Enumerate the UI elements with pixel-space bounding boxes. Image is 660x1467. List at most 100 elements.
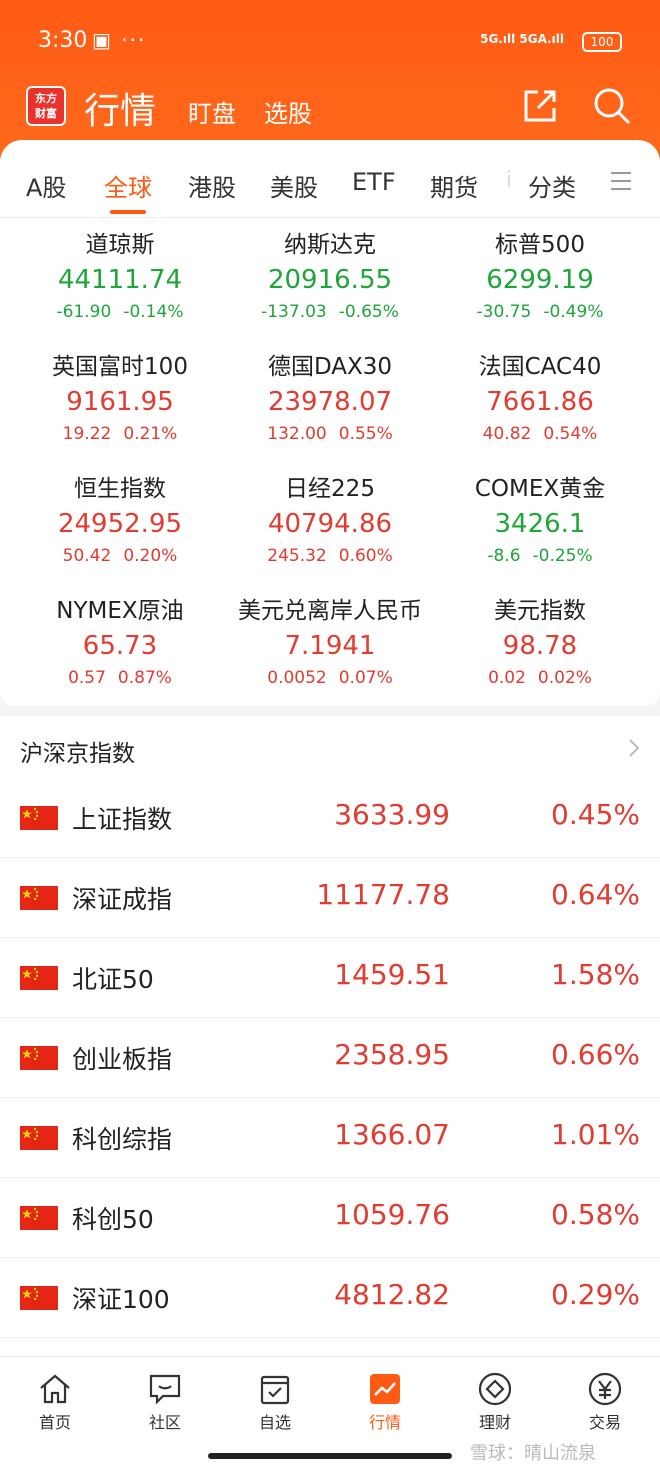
bottom-tab-label: 行情 bbox=[368, 1413, 401, 1432]
index-percent: 0.45% bbox=[551, 798, 640, 831]
global-index-cell[interactable]: 美元兑离岸人民币 7.1941 0.0052 0.07% bbox=[220, 594, 440, 714]
index-price: 7.1941 bbox=[284, 631, 376, 661]
bottom-tab-watchlist[interactable]: 自选 bbox=[235, 1371, 315, 1433]
index-change: -61.90 -0.14% bbox=[56, 302, 184, 322]
index-name: 美元兑离岸人民币 bbox=[238, 598, 422, 624]
global-index-cell[interactable]: 日经225 40794.86 245.32 0.60% bbox=[220, 472, 440, 592]
index-price: 98.78 bbox=[502, 631, 578, 661]
battery-icon: 100 bbox=[582, 32, 622, 52]
share-icon[interactable] bbox=[522, 88, 558, 124]
index-name: 深证100 bbox=[72, 1285, 170, 1314]
index-price: 1366.07 bbox=[334, 1118, 450, 1151]
index-percent: 0.66% bbox=[551, 1038, 640, 1071]
index-price: 1459.51 bbox=[334, 958, 450, 991]
tab-global[interactable]: 全球 bbox=[104, 168, 152, 203]
nav-tab-screener[interactable]: 选股 bbox=[264, 94, 312, 129]
index-change: 0.02 0.02% bbox=[488, 668, 592, 688]
global-index-cell[interactable]: COMEX黄金 3426.1 -8.6 -0.25% bbox=[430, 472, 650, 592]
tab-etf[interactable]: ETF bbox=[352, 168, 396, 196]
global-index-cell[interactable]: 德国DAX30 23978.07 132.00 0.55% bbox=[220, 350, 440, 470]
bottom-tab-label: 社区 bbox=[148, 1413, 181, 1432]
tab-futures[interactable]: 期货 bbox=[430, 168, 478, 203]
index-price: 11177.78 bbox=[316, 878, 450, 911]
index-price: 2358.95 bbox=[334, 1038, 450, 1071]
index-name: 上证指数 bbox=[72, 805, 173, 834]
bottom-tab-trade[interactable]: 交易 bbox=[565, 1371, 645, 1433]
table-row[interactable]: 科创综指 1366.07 1.01% bbox=[0, 1098, 660, 1178]
table-row[interactable]: 深证100 4812.82 0.29% bbox=[0, 1258, 660, 1338]
index-change: 0.57 0.87% bbox=[68, 668, 172, 688]
china-flag-icon bbox=[20, 1046, 58, 1070]
network-signal-icon: 5G.ıll 5GA.ıll bbox=[480, 32, 564, 46]
section-title: 沪深京指数 bbox=[20, 741, 135, 767]
index-price: 1059.76 bbox=[334, 1198, 450, 1231]
bottom-tab-label: 自选 bbox=[258, 1413, 291, 1432]
global-market-card: A股 全球 港股 美股 ETF 期货 i 分类 道琼斯 44111.74 -61… bbox=[0, 140, 660, 706]
tab-category[interactable]: 分类 bbox=[528, 168, 576, 203]
home-indicator[interactable] bbox=[208, 1453, 452, 1459]
index-price: 20916.55 bbox=[267, 265, 393, 295]
index-change: -137.03 -0.65% bbox=[261, 302, 399, 322]
table-row[interactable]: 上证指数 3633.99 0.45% bbox=[0, 778, 660, 858]
tab-us[interactable]: 美股 bbox=[270, 168, 318, 203]
index-name: 日经225 bbox=[285, 476, 375, 502]
global-index-cell[interactable]: 标普500 6299.19 -30.75 -0.49% bbox=[430, 228, 650, 348]
global-index-cell[interactable]: 法国CAC40 7661.86 40.82 0.54% bbox=[430, 350, 650, 470]
index-price: 40794.86 bbox=[267, 509, 393, 539]
table-row[interactable]: 创业板指 2358.95 0.66% bbox=[0, 1018, 660, 1098]
index-price: 3633.99 bbox=[334, 798, 450, 831]
index-name: 恒生指数 bbox=[74, 476, 166, 502]
index-price: 9161.95 bbox=[66, 387, 174, 417]
index-name: 深证成指 bbox=[72, 885, 173, 914]
index-change: 132.00 0.55% bbox=[267, 424, 393, 444]
watermark: 雪球：晴山流泉 bbox=[470, 1443, 596, 1464]
index-name: NYMEX原油 bbox=[56, 598, 184, 624]
index-name: 德国DAX30 bbox=[267, 354, 393, 380]
bottom-tab-community[interactable]: 社区 bbox=[125, 1371, 205, 1433]
search-icon[interactable] bbox=[592, 86, 632, 126]
china-flag-icon bbox=[20, 1206, 58, 1230]
table-row[interactable]: 科创50 1059.76 0.58% bbox=[0, 1178, 660, 1258]
status-bar: 3:30 ▣ ··· 5G.ıll 5GA.ıll 100 bbox=[0, 28, 660, 58]
page-title: 行情 bbox=[84, 91, 157, 132]
bottom-tab-wealth[interactable]: 理财 bbox=[455, 1371, 535, 1433]
index-name: 创业板指 bbox=[72, 1045, 173, 1074]
global-index-cell[interactable]: 英国富时100 9161.95 19.22 0.21% bbox=[10, 350, 230, 470]
index-price: 65.73 bbox=[82, 631, 158, 661]
section-header[interactable]: 沪深京指数 bbox=[0, 716, 660, 778]
market-tabs: A股 全球 港股 美股 ETF 期货 i 分类 bbox=[0, 140, 660, 218]
chart-icon bbox=[370, 1374, 400, 1404]
table-row[interactable]: 深证成指 11177.78 0.64% bbox=[0, 858, 660, 938]
status-time: 3:30 bbox=[38, 28, 88, 53]
bottom-tab-home[interactable]: 首页 bbox=[15, 1371, 95, 1433]
global-index-cell[interactable]: 道琼斯 44111.74 -61.90 -0.14% bbox=[10, 228, 230, 348]
menu-icon[interactable] bbox=[610, 170, 632, 192]
index-name: 纳斯达克 bbox=[284, 232, 376, 258]
app-logo: 东方 财富 bbox=[26, 86, 66, 126]
bottom-tab-bar: 首页 社区 自选 行情 理财 交易 雪球：晴山流泉 bbox=[0, 1356, 660, 1467]
index-price: 23978.07 bbox=[267, 387, 393, 417]
index-change: 40.82 0.54% bbox=[482, 424, 598, 444]
bottom-tab-market[interactable]: 行情 bbox=[345, 1371, 425, 1433]
global-index-cell[interactable]: NYMEX原油 65.73 0.57 0.87% bbox=[10, 594, 230, 714]
index-name: 科创综指 bbox=[72, 1125, 173, 1154]
yen-icon bbox=[588, 1372, 622, 1406]
global-index-cell[interactable]: 美元指数 98.78 0.02 0.02% bbox=[430, 594, 650, 714]
index-price: 4812.82 bbox=[334, 1278, 450, 1311]
nav-tab-watch[interactable]: 盯盘 bbox=[188, 94, 236, 129]
tab-hk[interactable]: 港股 bbox=[188, 168, 236, 203]
index-price: 6299.19 bbox=[486, 265, 594, 295]
index-percent: 0.64% bbox=[551, 878, 640, 911]
domestic-index-section: 沪深京指数 上证指数 3633.99 0.45% 深证成指 11177.78 0… bbox=[0, 716, 660, 1356]
global-index-cell[interactable]: 恒生指数 24952.95 50.42 0.20% bbox=[10, 472, 230, 592]
chevron-right-icon[interactable] bbox=[626, 738, 642, 758]
global-index-cell[interactable]: 纳斯达克 20916.55 -137.03 -0.65% bbox=[220, 228, 440, 348]
index-name: 英国富时100 bbox=[52, 354, 188, 380]
index-name: 北证50 bbox=[72, 965, 154, 994]
tab-a-share[interactable]: A股 bbox=[26, 168, 66, 203]
active-tab-indicator bbox=[110, 210, 146, 214]
index-price: 24952.95 bbox=[57, 509, 183, 539]
table-row[interactable]: 北证50 1459.51 1.58% bbox=[0, 938, 660, 1018]
china-flag-icon bbox=[20, 1286, 58, 1310]
tab-scroll-fade: i bbox=[506, 168, 513, 193]
